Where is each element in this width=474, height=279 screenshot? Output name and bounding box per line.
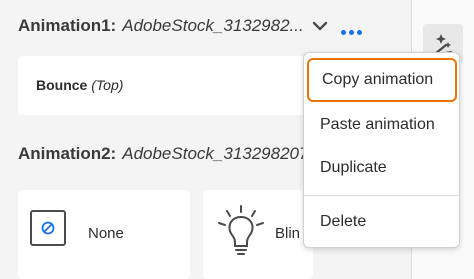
more-options-icon[interactable]: [341, 30, 362, 35]
menu-separator: [304, 195, 459, 196]
context-menu: Copy animation Paste animation Duplicate…: [303, 52, 460, 248]
animation2-label: Animation2:: [18, 144, 117, 163]
menu-item-duplicate[interactable]: Duplicate: [304, 148, 459, 188]
option-none-card[interactable]: None: [18, 190, 190, 279]
animation1-card-text: Bounce (Top): [36, 77, 123, 93]
animation1-card[interactable]: Bounce (Top): [18, 56, 330, 115]
chevron-down-icon[interactable]: [312, 20, 328, 32]
lightbulb-icon: [218, 205, 264, 255]
menu-item-paste-animation[interactable]: Paste animation: [304, 105, 459, 145]
option-blink-card[interactable]: Blin: [203, 190, 313, 279]
menu-item-copy-animation[interactable]: Copy animation: [307, 58, 457, 102]
animation1-header: Animation1: AdobeStock_3132982...: [18, 16, 304, 36]
none-icon: [30, 210, 66, 246]
menu-item-delete[interactable]: Delete: [304, 202, 459, 242]
option-blink-label: Blin: [275, 225, 301, 242]
animation1-label: Animation1:: [18, 16, 117, 35]
animation2-header: Animation2: AdobeStock_313298207: [18, 144, 308, 164]
animation1-effect-name: Bounce: [36, 77, 88, 93]
animation1-effect-direction: (Top): [91, 77, 124, 93]
animation1-asset-name: AdobeStock_3132982...: [122, 16, 304, 35]
option-none-label: None: [88, 225, 124, 242]
animation2-asset-name: AdobeStock_313298207: [122, 144, 309, 163]
